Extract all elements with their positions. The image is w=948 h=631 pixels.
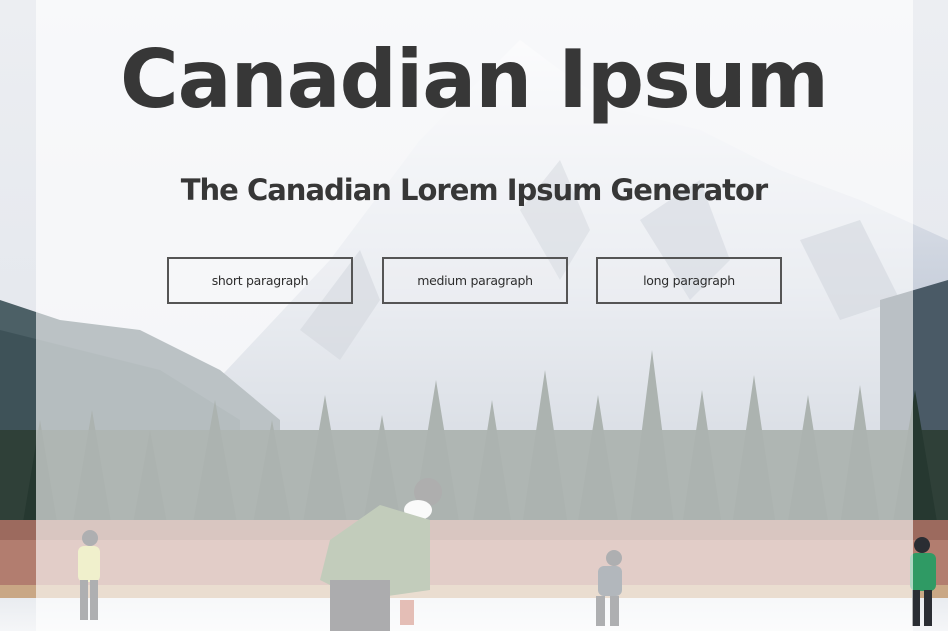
page: Canadian Ipsum The Canadian Lorem Ipsum … <box>0 0 948 631</box>
medium-paragraph-button[interactable]: medium paragraph <box>382 257 568 304</box>
long-paragraph-button[interactable]: long paragraph <box>596 257 782 304</box>
page-title: Canadian Ipsum <box>119 33 829 126</box>
short-paragraph-button[interactable]: short paragraph <box>167 257 353 304</box>
page-subtitle: The Canadian Lorem Ipsum Generator <box>180 173 768 207</box>
